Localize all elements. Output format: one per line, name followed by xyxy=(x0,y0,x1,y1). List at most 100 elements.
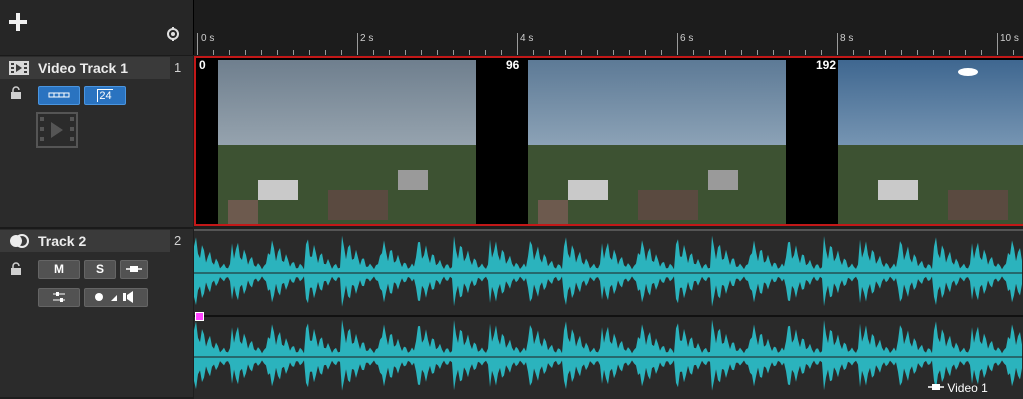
ruler-label: 6 s xyxy=(680,33,694,44)
city-skyline-image xyxy=(218,60,476,224)
audio-track-number: 2 xyxy=(174,233,182,248)
audio-track-header[interactable]: Track 2 2 M S xyxy=(0,230,193,397)
ruler-tick xyxy=(789,50,790,55)
frame-display-button[interactable] xyxy=(38,86,80,105)
mute-button[interactable]: M xyxy=(38,260,80,279)
ruler-tick xyxy=(661,50,662,55)
envelope-point[interactable] xyxy=(195,312,204,321)
lock-icon[interactable] xyxy=(10,86,22,100)
video-track-title-bar[interactable]: Video Track 1 xyxy=(0,57,170,79)
frame-number: 192 xyxy=(816,58,837,72)
ruler-tick xyxy=(357,33,358,55)
ruler-tick xyxy=(645,50,646,55)
stereo-icon xyxy=(10,234,29,248)
route-icon xyxy=(126,266,142,272)
audio-waveform xyxy=(194,235,1023,391)
ruler-tick xyxy=(453,50,454,55)
ruler-tick xyxy=(485,50,486,55)
track-list-toolbar xyxy=(0,0,193,56)
ruler-tick xyxy=(837,33,838,55)
thumbnail-mode-button[interactable]: 24 xyxy=(84,86,126,105)
ruler-tick xyxy=(725,50,726,55)
ruler-tick xyxy=(693,50,694,55)
ruler-tick xyxy=(1013,50,1014,55)
ruler-tick xyxy=(869,50,870,55)
ruler-tick xyxy=(437,50,438,55)
timeline-ruler[interactable]: 0 s 2 s 4 s 6 s 8 s 10 s xyxy=(193,0,1023,55)
audio-clip-label: Video 1 xyxy=(928,381,988,395)
ruler-tick xyxy=(709,50,710,55)
video-track-icon xyxy=(9,61,29,75)
video-frame-thumbnail xyxy=(838,60,1023,224)
route-button[interactable] xyxy=(120,260,148,279)
ruler-tick xyxy=(469,50,470,55)
city-skyline-image xyxy=(838,60,1023,224)
ruler-tick xyxy=(565,50,566,55)
ruler-tick xyxy=(885,50,886,55)
track-header-panel: Video Track 1 1 24 Track 2 2 M S xyxy=(0,0,193,397)
ruler-tick xyxy=(533,50,534,55)
ruler-tick xyxy=(309,50,310,55)
ruler-tick xyxy=(805,50,806,55)
ruler-tick xyxy=(245,50,246,55)
ruler-tick xyxy=(597,50,598,55)
audio-track-title-bar[interactable]: Track 2 xyxy=(0,230,170,252)
locate-icon[interactable] xyxy=(166,27,180,41)
ruler-tick xyxy=(389,50,390,55)
ruler-tick xyxy=(933,50,934,55)
ruler-tick xyxy=(373,50,374,55)
video-track-name[interactable]: Video Track 1 xyxy=(38,60,128,76)
video-track-header[interactable]: Video Track 1 1 24 xyxy=(0,57,193,227)
ruler-label: 0 s xyxy=(201,33,215,44)
ruler-tick xyxy=(197,33,198,55)
ruler-tick xyxy=(853,50,854,55)
film-strip-icon xyxy=(48,92,70,98)
audio-track-name[interactable]: Track 2 xyxy=(38,233,86,249)
ruler-tick xyxy=(229,50,230,55)
ruler-tick xyxy=(629,50,630,55)
ruler-tick xyxy=(613,50,614,55)
track-separator[interactable] xyxy=(0,227,193,229)
video-placeholder-icon xyxy=(36,112,78,148)
video-track-number: 1 xyxy=(174,60,182,75)
ruler-tick xyxy=(581,50,582,55)
ruler-tick xyxy=(517,33,518,55)
video-clip[interactable]: 0 96 192 xyxy=(194,56,1023,226)
video-frame-thumbnail xyxy=(528,60,786,224)
ruler-tick xyxy=(949,50,950,55)
mixer-icon xyxy=(53,292,65,302)
ruler-tick xyxy=(293,50,294,55)
ruler-tick xyxy=(261,50,262,55)
waveform-channel xyxy=(194,235,1022,307)
record-monitor-button[interactable] xyxy=(84,288,148,307)
thumbnail-mode-label: 24 xyxy=(97,89,113,102)
frame-number: 0 xyxy=(199,58,206,72)
ruler-tick xyxy=(821,50,822,55)
ruler-tick xyxy=(901,50,902,55)
audio-clip-name: Video 1 xyxy=(947,381,988,395)
ruler-tick xyxy=(677,33,678,55)
ruler-label: 4 s xyxy=(520,33,534,44)
ruler-label: 8 s xyxy=(840,33,854,44)
ruler-label: 2 s xyxy=(360,33,374,44)
ruler-tick xyxy=(277,50,278,55)
ruler-tick xyxy=(341,50,342,55)
lock-icon[interactable] xyxy=(10,262,22,276)
ruler-tick xyxy=(917,50,918,55)
mixer-button[interactable] xyxy=(38,288,80,307)
solo-button[interactable]: S xyxy=(84,260,116,279)
ruler-tick xyxy=(997,33,998,55)
city-skyline-image xyxy=(528,60,786,224)
ruler-tick xyxy=(405,50,406,55)
ruler-tick xyxy=(773,50,774,55)
ruler-tick xyxy=(757,50,758,55)
record-monitor-icon xyxy=(95,291,133,303)
ruler-tick xyxy=(965,50,966,55)
ruler-tick xyxy=(501,50,502,55)
add-track-button[interactable] xyxy=(6,10,30,34)
audio-clip[interactable] xyxy=(194,229,1023,399)
ruler-tick xyxy=(325,50,326,55)
route-icon xyxy=(928,384,944,390)
ruler-tick xyxy=(741,50,742,55)
ruler-tick xyxy=(213,50,214,55)
